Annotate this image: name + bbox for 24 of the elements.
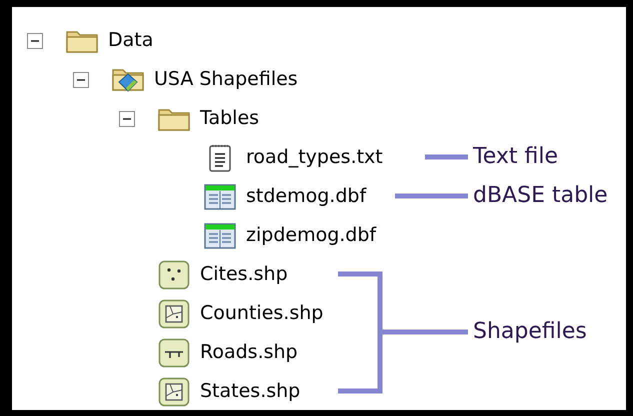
tree-item-label[interactable]: Data <box>108 26 154 55</box>
tree-item-label[interactable]: Tables <box>200 104 260 133</box>
tree-item-label[interactable]: zipdemog.dbf <box>246 221 376 250</box>
table-icon <box>204 222 236 250</box>
collapse-icon[interactable] <box>73 72 89 88</box>
tree-item-label[interactable]: Counties.shp <box>200 299 324 328</box>
tree-item-label[interactable]: Cites.shp <box>200 260 288 289</box>
line-layer-icon <box>158 338 190 368</box>
polygon-layer-icon <box>158 376 190 406</box>
point-layer-icon <box>158 260 190 290</box>
collapse-icon[interactable] <box>27 32 43 48</box>
tree-item-label[interactable]: States.shp <box>200 377 300 406</box>
polygon-layer-icon <box>158 298 190 328</box>
annotation-label: Text file <box>473 143 558 171</box>
tree-item-label[interactable]: road_types.txt <box>246 143 383 172</box>
leader-line <box>425 154 468 160</box>
table-icon <box>204 182 236 210</box>
annotation-label: dBASE table <box>473 182 608 210</box>
tree-item-label[interactable]: USA Shapefiles <box>154 65 298 94</box>
tree-item-label[interactable]: stdemog.dbf <box>246 182 366 211</box>
collapse-icon[interactable] <box>119 110 135 126</box>
notepad-icon <box>208 142 232 172</box>
tree-item-label[interactable]: Roads.shp <box>200 338 298 367</box>
annotation-label: Shapefiles <box>473 318 587 346</box>
